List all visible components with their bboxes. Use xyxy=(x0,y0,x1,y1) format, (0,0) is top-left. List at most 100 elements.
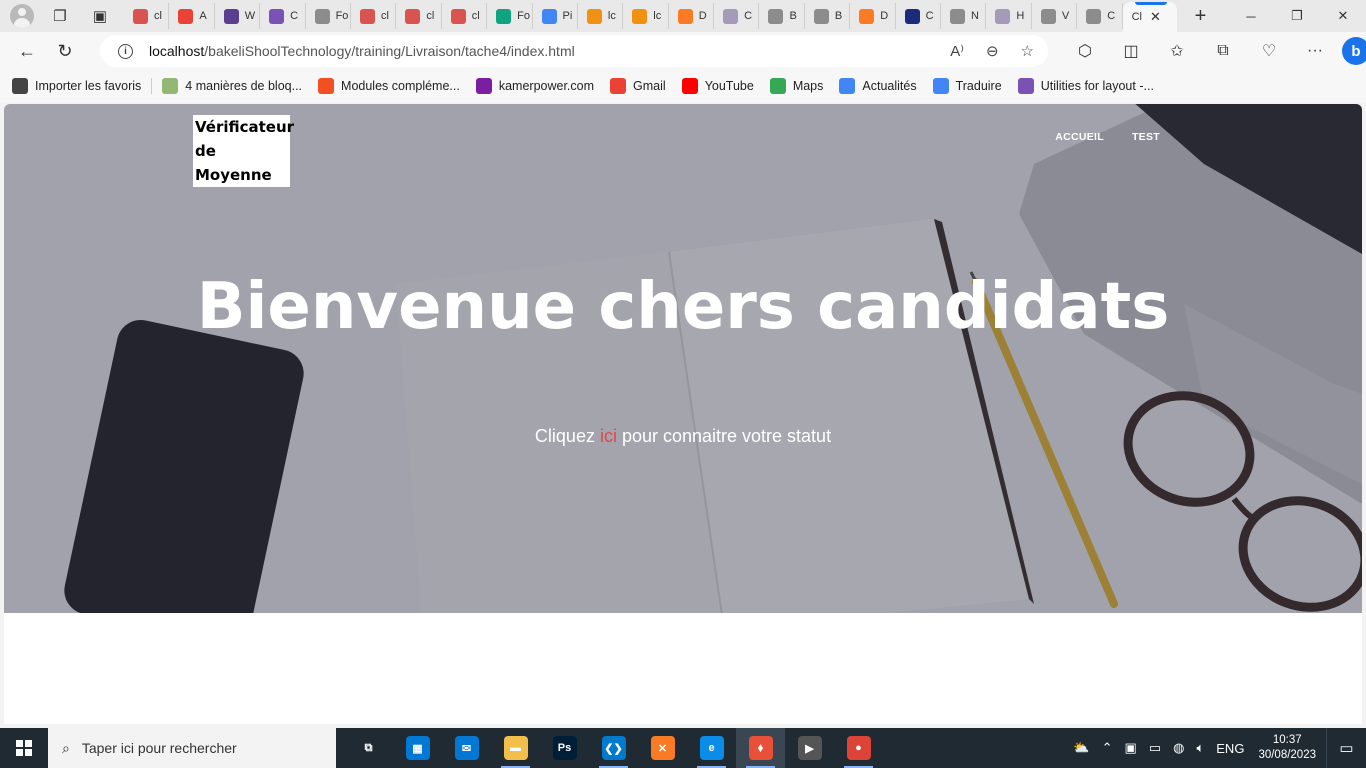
tab-4[interactable]: Fo xyxy=(306,3,351,29)
favorite-4[interactable]: Gmail xyxy=(610,78,666,94)
taskbar-app-8[interactable]: ⬧ xyxy=(736,728,785,768)
split-screen-icon[interactable]: ◫ xyxy=(1108,41,1154,61)
collections-icon[interactable]: ⧉ xyxy=(1200,42,1246,60)
search-icon: ⌕ xyxy=(62,739,70,756)
tab-active[interactable]: Cl ✕ xyxy=(1122,2,1177,32)
taskbar-search[interactable]: ⌕ Taper ici pour rechercher xyxy=(48,728,336,768)
taskbar-apps: ⧉ ▦ ✉ ▬ Ps ❮❯ ✕ e ⬧ ▶ ● xyxy=(344,728,883,768)
more-menu-icon[interactable]: ··· xyxy=(1292,42,1338,60)
taskbar-app-5[interactable]: ❮❯ xyxy=(589,728,638,768)
favorite-label: kamerpower.com xyxy=(498,79,595,93)
close-window-icon[interactable]: ✕ xyxy=(1320,0,1366,32)
nav-link-accueil[interactable]: ACCUEIL xyxy=(1055,131,1104,143)
address-bar-actions: A⁾ ⊖ ☆ xyxy=(950,35,1034,67)
taskbar-app-1[interactable]: ▦ xyxy=(393,728,442,768)
favorite-label: Maps xyxy=(792,79,824,93)
window-controls: ─ ❐ ✕ xyxy=(1228,0,1366,32)
tab-14[interactable]: B xyxy=(759,3,805,29)
tab-11[interactable]: lc xyxy=(623,3,669,29)
language-indicator[interactable]: ENG xyxy=(1216,741,1244,756)
tab-15[interactable]: B xyxy=(805,3,851,29)
tab-12[interactable]: D xyxy=(669,3,715,29)
performance-icon[interactable]: ♡ xyxy=(1246,41,1292,61)
page-icon xyxy=(1040,8,1056,24)
taskbar-app-3[interactable]: ▬ xyxy=(491,728,540,768)
tab-7[interactable]: cl xyxy=(442,3,488,29)
tab-20[interactable]: V xyxy=(1032,3,1078,29)
nav-link-test[interactable]: TEST xyxy=(1132,131,1160,143)
tab-1[interactable]: A xyxy=(169,3,215,29)
network-icon[interactable]: ◍ xyxy=(1173,740,1184,756)
url-text[interactable]: localhost/bakeliShoolTechnology/training… xyxy=(149,43,575,59)
taskbar-app-2[interactable]: ✉ xyxy=(442,728,491,768)
favorite-7[interactable]: Actualités xyxy=(839,78,917,94)
show-hidden-icons-icon[interactable]: ⌃ xyxy=(1102,740,1113,756)
profile-avatar-icon[interactable] xyxy=(10,4,34,28)
tab-10[interactable]: lc xyxy=(578,3,624,29)
youtube-icon xyxy=(681,78,698,94)
close-tab-icon[interactable]: ✕ xyxy=(1150,9,1161,25)
tab-label: cl xyxy=(426,10,435,22)
battery-icon[interactable]: ▭ xyxy=(1149,740,1161,756)
favorite-2[interactable]: Modules compléme... xyxy=(318,78,460,94)
favorite-3[interactable]: kamerpower.com xyxy=(475,78,595,94)
tab-5[interactable]: cl xyxy=(351,3,397,29)
tab-16[interactable]: D xyxy=(850,3,896,29)
taskbar-app-6[interactable]: ✕ xyxy=(638,728,687,768)
tab-label: cl xyxy=(471,10,480,22)
tab-19[interactable]: H xyxy=(986,3,1032,29)
favorite-label: Modules compléme... xyxy=(341,79,460,93)
refresh-icon[interactable]: ↻ xyxy=(48,34,82,68)
volume-icon[interactable]: 🔈︎ xyxy=(1196,740,1204,756)
tab-21[interactable]: C xyxy=(1077,3,1123,29)
tab-6[interactable]: cl xyxy=(396,3,442,29)
tab-17[interactable]: C xyxy=(896,3,942,29)
tab-8[interactable]: Fo xyxy=(487,3,533,29)
start-button[interactable] xyxy=(0,728,48,768)
taskbar-app-7[interactable]: e xyxy=(687,728,736,768)
tab-9[interactable]: Pi xyxy=(533,3,578,29)
weather-icon[interactable]: ⛅ xyxy=(1073,740,1089,756)
taskbar-app-10[interactable]: ● xyxy=(834,728,883,768)
notifications-icon[interactable]: ▭ xyxy=(1326,728,1366,768)
vertical-tabs-icon[interactable]: ▣ xyxy=(86,2,114,30)
favorite-9[interactable]: Utilities for layout -... xyxy=(1017,78,1154,94)
tab-label: cl xyxy=(380,10,389,22)
zoom-icon[interactable]: ⊖ xyxy=(986,42,999,60)
address-bar[interactable]: i localhost/bakeliShoolTechnology/traini… xyxy=(100,35,1048,67)
tab-18[interactable]: N xyxy=(941,3,987,29)
xampp-icon: ✕ xyxy=(650,736,675,760)
tab-label: B xyxy=(834,10,843,22)
extensions-icon[interactable]: ⬡ xyxy=(1062,41,1108,61)
taskbar-app-0[interactable]: ⧉ xyxy=(344,728,393,768)
restore-icon[interactable]: ❐ xyxy=(1274,0,1320,32)
taskbar-app-9[interactable]: ▶ xyxy=(785,728,834,768)
back-icon[interactable]: ← xyxy=(10,34,44,68)
copilot-icon[interactable]: b xyxy=(1342,37,1366,65)
w3-icon xyxy=(904,8,920,24)
favorite-6[interactable]: Maps xyxy=(769,78,824,94)
site-info-icon[interactable]: i xyxy=(118,43,133,59)
favorite-star-icon[interactable]: ☆ xyxy=(1021,42,1034,60)
read-aloud-icon[interactable]: A⁾ xyxy=(950,42,964,60)
tab-3[interactable]: C xyxy=(260,3,306,29)
tab-2[interactable]: W xyxy=(215,3,261,29)
favorite-0[interactable]: Importer les favoris xyxy=(12,78,141,94)
workspaces-icon[interactable]: ❐ xyxy=(46,2,74,30)
new-tab-button[interactable]: + xyxy=(1195,6,1207,26)
bootstrap-icon xyxy=(1017,78,1034,94)
site-brand[interactable]: Vérificateur de Moyenne xyxy=(193,115,294,187)
tab-0[interactable]: cl xyxy=(124,3,170,29)
favorites-icon[interactable]: ✩ xyxy=(1154,41,1200,61)
status-link[interactable]: ici xyxy=(600,426,617,446)
clock[interactable]: 10:37 30/08/2023 xyxy=(1258,733,1316,763)
tab-13[interactable]: C xyxy=(714,3,760,29)
favorite-8[interactable]: Traduire xyxy=(932,78,1002,94)
camera-icon[interactable]: ▣ xyxy=(1125,740,1137,756)
favorite-1[interactable]: 4 manières de bloq... xyxy=(162,78,302,94)
colorlib-icon xyxy=(223,8,239,24)
minimize-icon[interactable]: ─ xyxy=(1228,0,1274,32)
favorite-5[interactable]: YouTube xyxy=(681,78,754,94)
reader-icon xyxy=(950,8,966,24)
taskbar-app-4[interactable]: Ps xyxy=(540,728,589,768)
